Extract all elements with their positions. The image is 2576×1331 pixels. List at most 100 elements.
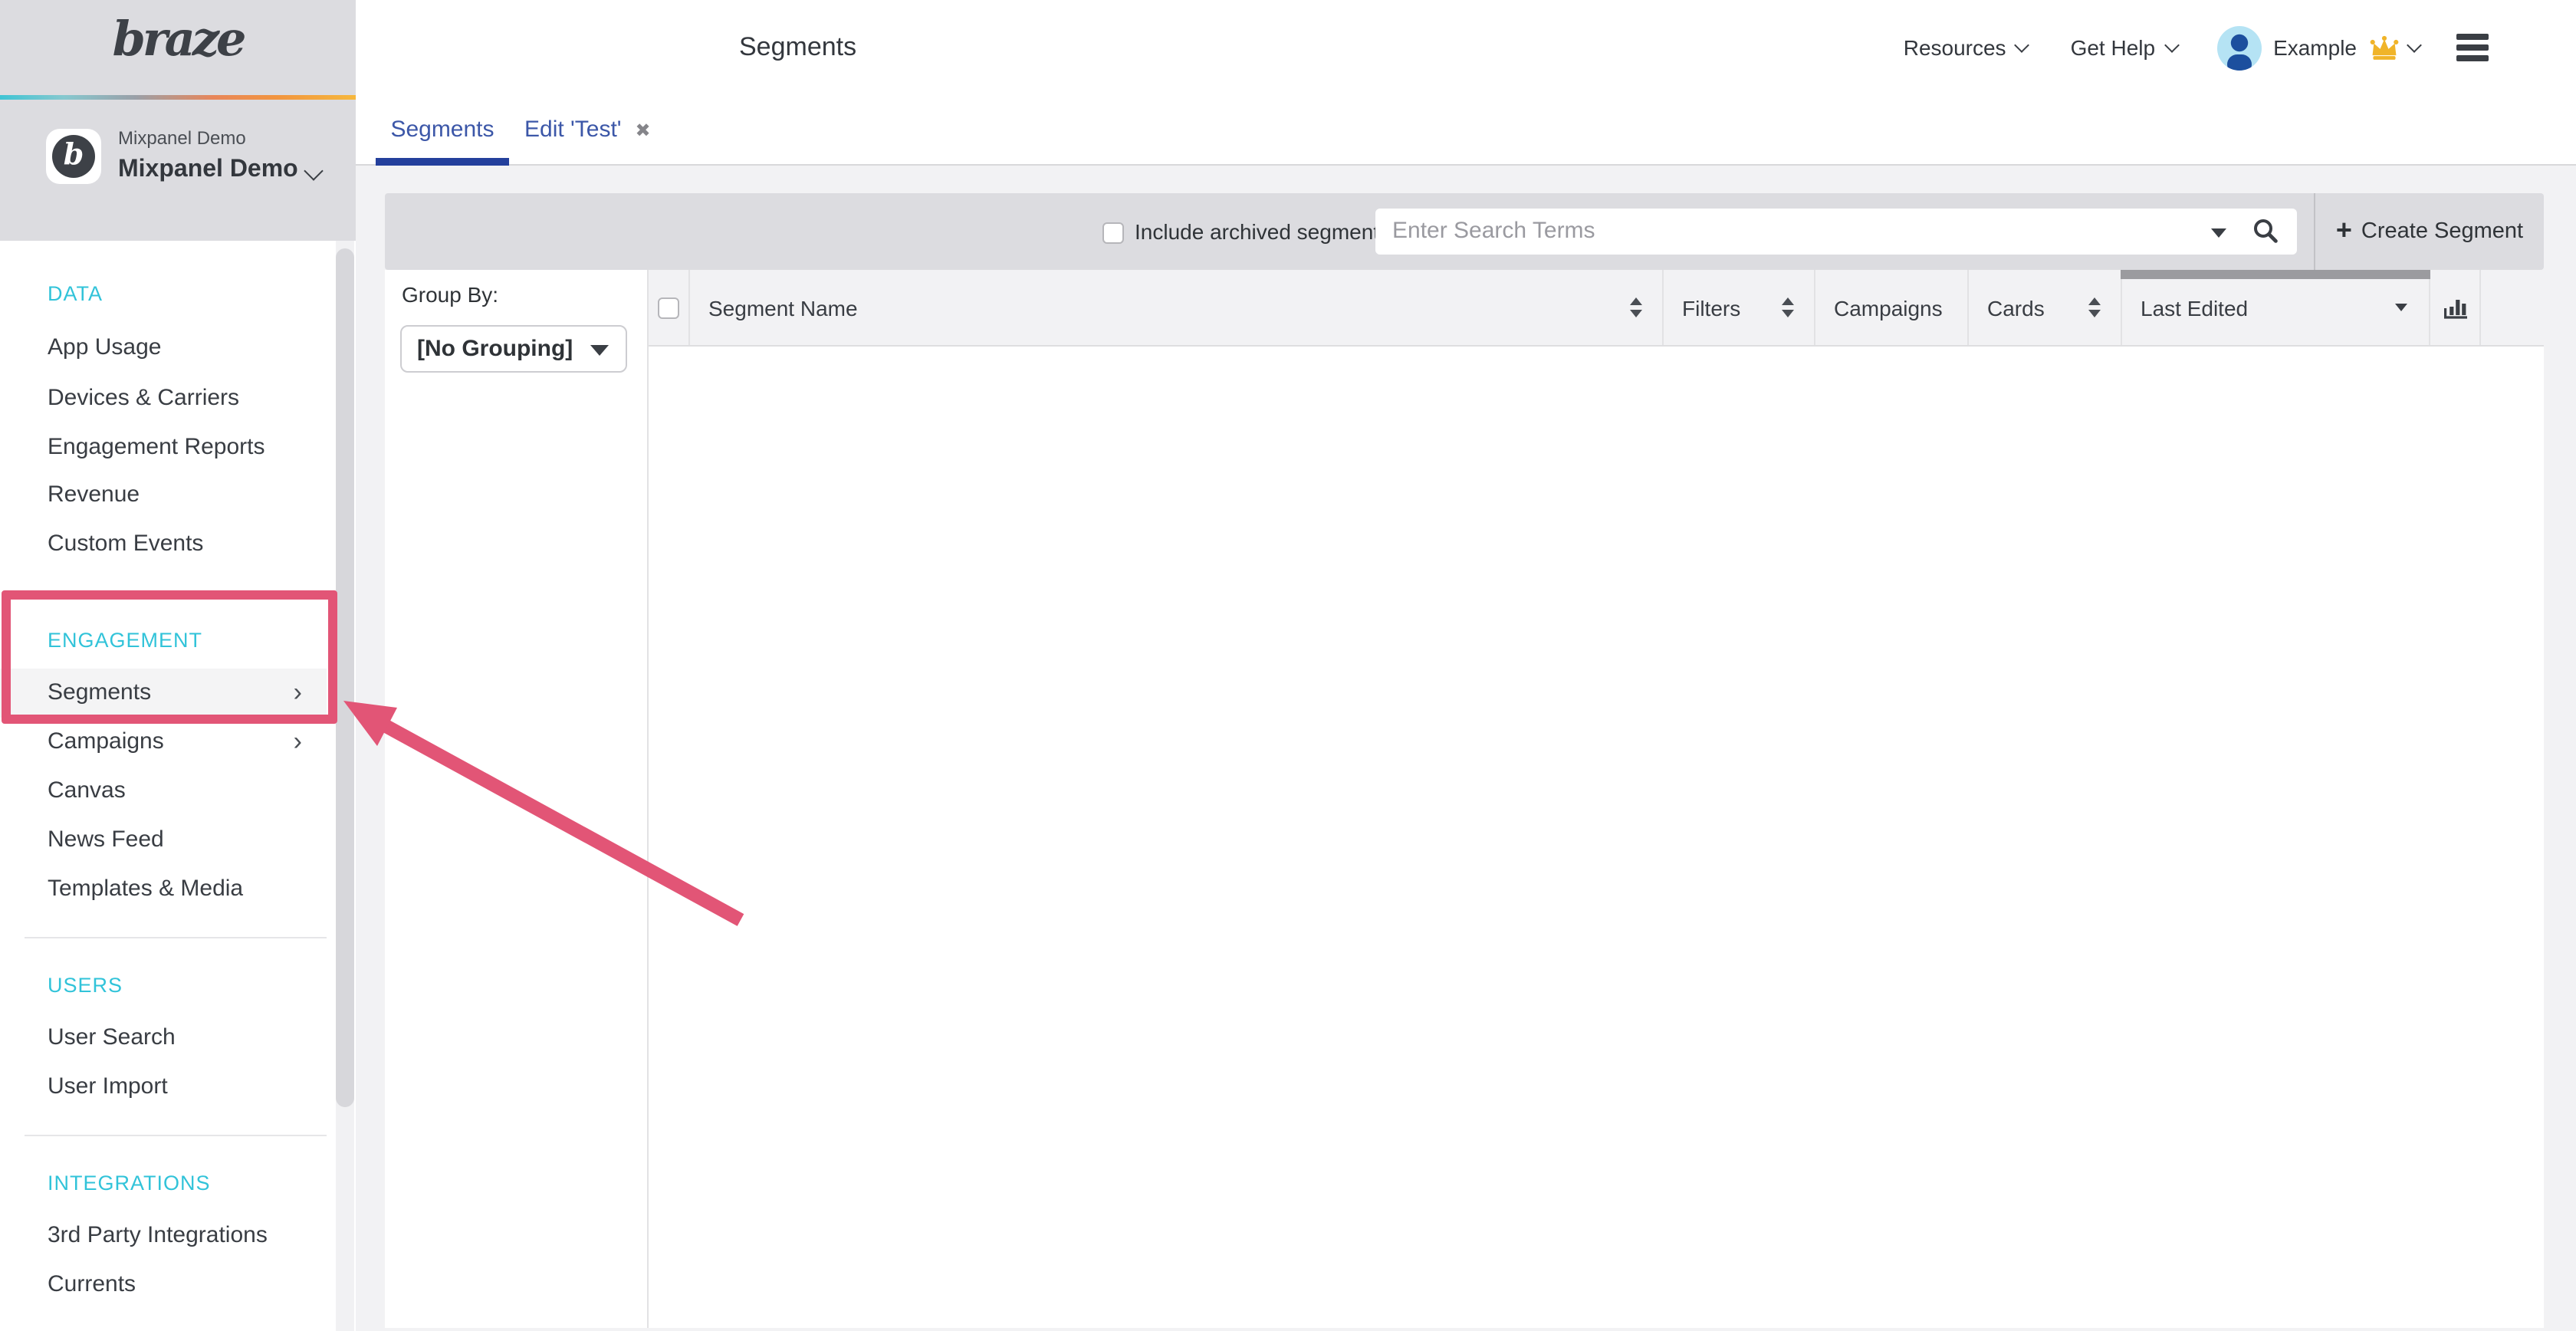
username[interactable]: Example xyxy=(2273,35,2357,60)
workspace-switcher[interactable]: Mixpanel Demo xyxy=(118,156,298,184)
sidebar-item-custom-events[interactable]: Custom Events xyxy=(0,520,327,569)
select-all-cell xyxy=(649,270,690,345)
sidebar-item-label: Custom Events xyxy=(48,531,203,557)
sidebar-item-label: Revenue xyxy=(48,481,140,508)
sidebar-item-label: Campaigns xyxy=(48,728,164,754)
column-header-chart[interactable] xyxy=(2430,270,2481,345)
sidebar-item-3rd-party-integrations[interactable]: 3rd Party Integrations xyxy=(0,1211,327,1260)
tab-segments[interactable]: Segments xyxy=(376,95,509,164)
tabs-bar: Segments Edit 'Test' ✖ xyxy=(356,95,2576,166)
braze-logo: braze xyxy=(0,12,356,67)
get-help-label: Get Help xyxy=(2071,35,2156,60)
sidebar-item-currents[interactable]: Currents xyxy=(0,1260,327,1310)
tab-label: Segments xyxy=(390,117,494,143)
crown-icon xyxy=(2369,35,2400,61)
table-header-row: Segment Name Filters Campaigns Cards Last Ed… xyxy=(649,270,2544,347)
braze-b-icon: b xyxy=(52,135,95,178)
annotation-highlight-box xyxy=(2,590,337,724)
sort-desc-caret-icon[interactable] xyxy=(2395,304,2407,311)
sidebar-item-label: News Feed xyxy=(48,827,164,853)
sidebar-item-user-search[interactable]: User Search xyxy=(0,1014,327,1063)
sidebar-item-label: App Usage xyxy=(48,334,161,360)
chevron-right-icon: › xyxy=(294,718,302,767)
search-input[interactable]: Enter Search Terms xyxy=(1375,209,2297,255)
sidebar-item-label: User Import xyxy=(48,1073,168,1099)
page-title: Segments xyxy=(739,0,856,95)
resources-label: Resources xyxy=(1904,35,2006,60)
workspace-app-label: Mixpanel Demo xyxy=(118,127,246,149)
tab-label: Edit 'Test' xyxy=(524,117,622,143)
sidebar-item-templates-media[interactable]: Templates & Media xyxy=(0,865,327,914)
include-archived-label: Include archived segments xyxy=(1135,193,1390,270)
dropdown-caret-icon xyxy=(590,345,609,356)
braze-app: braze b Mixpanel Demo Mixpanel Demo DATA… xyxy=(0,0,2576,1331)
search-placeholder: Enter Search Terms xyxy=(1392,209,1595,255)
sidebar-item-revenue[interactable]: Revenue xyxy=(0,471,327,520)
resources-menu[interactable]: Resources xyxy=(1904,35,2028,60)
column-header-last-edited[interactable]: Last Edited xyxy=(2122,270,2430,345)
sidebar-item-label: Currents xyxy=(48,1271,136,1297)
header-right-cluster: Resources Get Help Example xyxy=(1904,0,2576,95)
column-header-cards[interactable]: Cards xyxy=(1969,270,2122,345)
sidebar-item-label: Devices & Carriers xyxy=(48,385,239,411)
group-by-value: [No Grouping] xyxy=(417,327,573,371)
column-label: Last Edited xyxy=(2141,295,2248,320)
segments-toolbar: Include archived segments Enter Search T… xyxy=(385,193,2544,270)
column-label: Filters xyxy=(1682,295,1740,320)
bar-chart-icon xyxy=(2442,296,2468,319)
search-dropdown-caret-icon[interactable] xyxy=(2211,228,2226,238)
sidebar-item-app-usage[interactable]: App Usage xyxy=(0,324,327,373)
sidebar-item-label: Engagement Reports xyxy=(48,434,265,460)
group-by-select[interactable]: [No Grouping] xyxy=(400,325,627,373)
search-icon[interactable] xyxy=(2252,218,2279,244)
sidebar-item-label: User Search xyxy=(48,1024,176,1050)
hamburger-menu-icon[interactable] xyxy=(2456,34,2489,61)
sidebar-divider xyxy=(25,937,327,938)
user-avatar[interactable] xyxy=(2216,25,2261,70)
select-all-checkbox[interactable] xyxy=(658,297,679,318)
close-icon[interactable]: ✖ xyxy=(636,119,651,140)
sidebar-divider xyxy=(25,1135,327,1136)
sidebar-header: braze b Mixpanel Demo Mixpanel Demo xyxy=(0,0,356,241)
tab-edit-test[interactable]: Edit 'Test' ✖ xyxy=(515,95,660,164)
column-label: Cards xyxy=(1987,295,2045,320)
group-by-label: Group By: xyxy=(402,282,498,307)
sidebar-section-header-data: DATA xyxy=(0,270,327,319)
create-segment-label: Create Segment xyxy=(2361,219,2523,244)
sidebar-scrollbar-thumb[interactable] xyxy=(336,248,354,1107)
sidebar-item-campaigns[interactable]: Campaigns › xyxy=(0,718,327,767)
include-archived-checkbox[interactable] xyxy=(1102,222,1124,244)
brand-gradient-divider xyxy=(0,95,356,100)
column-label: Segment Name xyxy=(708,295,858,320)
sidebar-item-engagement-reports[interactable]: Engagement Reports xyxy=(0,423,327,472)
create-segment-button[interactable]: + Create Segment xyxy=(2315,193,2544,270)
sort-arrows-icon[interactable] xyxy=(2088,297,2101,317)
workspace-app-icon[interactable]: b xyxy=(46,129,101,184)
group-by-panel: Group By: [No Grouping] xyxy=(385,270,649,1328)
sort-arrows-icon[interactable] xyxy=(1782,297,1794,317)
segments-table: Segment Name Filters Campaigns Cards Last Ed… xyxy=(649,270,2544,1328)
sidebar-section-header-integrations: INTEGRATIONS xyxy=(0,1159,327,1208)
chevron-down-icon xyxy=(304,161,323,180)
sidebar-item-label: Templates & Media xyxy=(48,876,243,902)
sidebar-section-header-users: USERS xyxy=(0,961,327,1011)
get-help-menu[interactable]: Get Help xyxy=(2071,35,2177,60)
chevron-down-icon[interactable] xyxy=(2407,38,2422,53)
chevron-down-icon xyxy=(2164,38,2179,53)
column-header-segment-name[interactable]: Segment Name xyxy=(690,270,1664,345)
sidebar-item-label: 3rd Party Integrations xyxy=(48,1222,268,1248)
column-header-empty xyxy=(2481,270,2544,345)
column-header-campaigns[interactable]: Campaigns xyxy=(1815,270,1969,345)
active-tab-underline xyxy=(376,158,509,166)
sidebar-item-canvas[interactable]: Canvas xyxy=(0,767,327,816)
sidebar-item-user-import[interactable]: User Import xyxy=(0,1063,327,1112)
sidebar-item-devices-carriers[interactable]: Devices & Carriers xyxy=(0,374,327,423)
sidebar-item-label: Canvas xyxy=(48,777,126,804)
chevron-down-icon xyxy=(2015,38,2030,53)
sort-arrows-icon[interactable] xyxy=(1630,297,1642,317)
column-header-filters[interactable]: Filters xyxy=(1664,270,1815,345)
column-label: Campaigns xyxy=(1834,295,1943,320)
plus-icon: + xyxy=(2336,214,2352,246)
top-header: Segments Resources Get Help Exampl xyxy=(356,0,2576,97)
sidebar-item-news-feed[interactable]: News Feed xyxy=(0,816,327,865)
